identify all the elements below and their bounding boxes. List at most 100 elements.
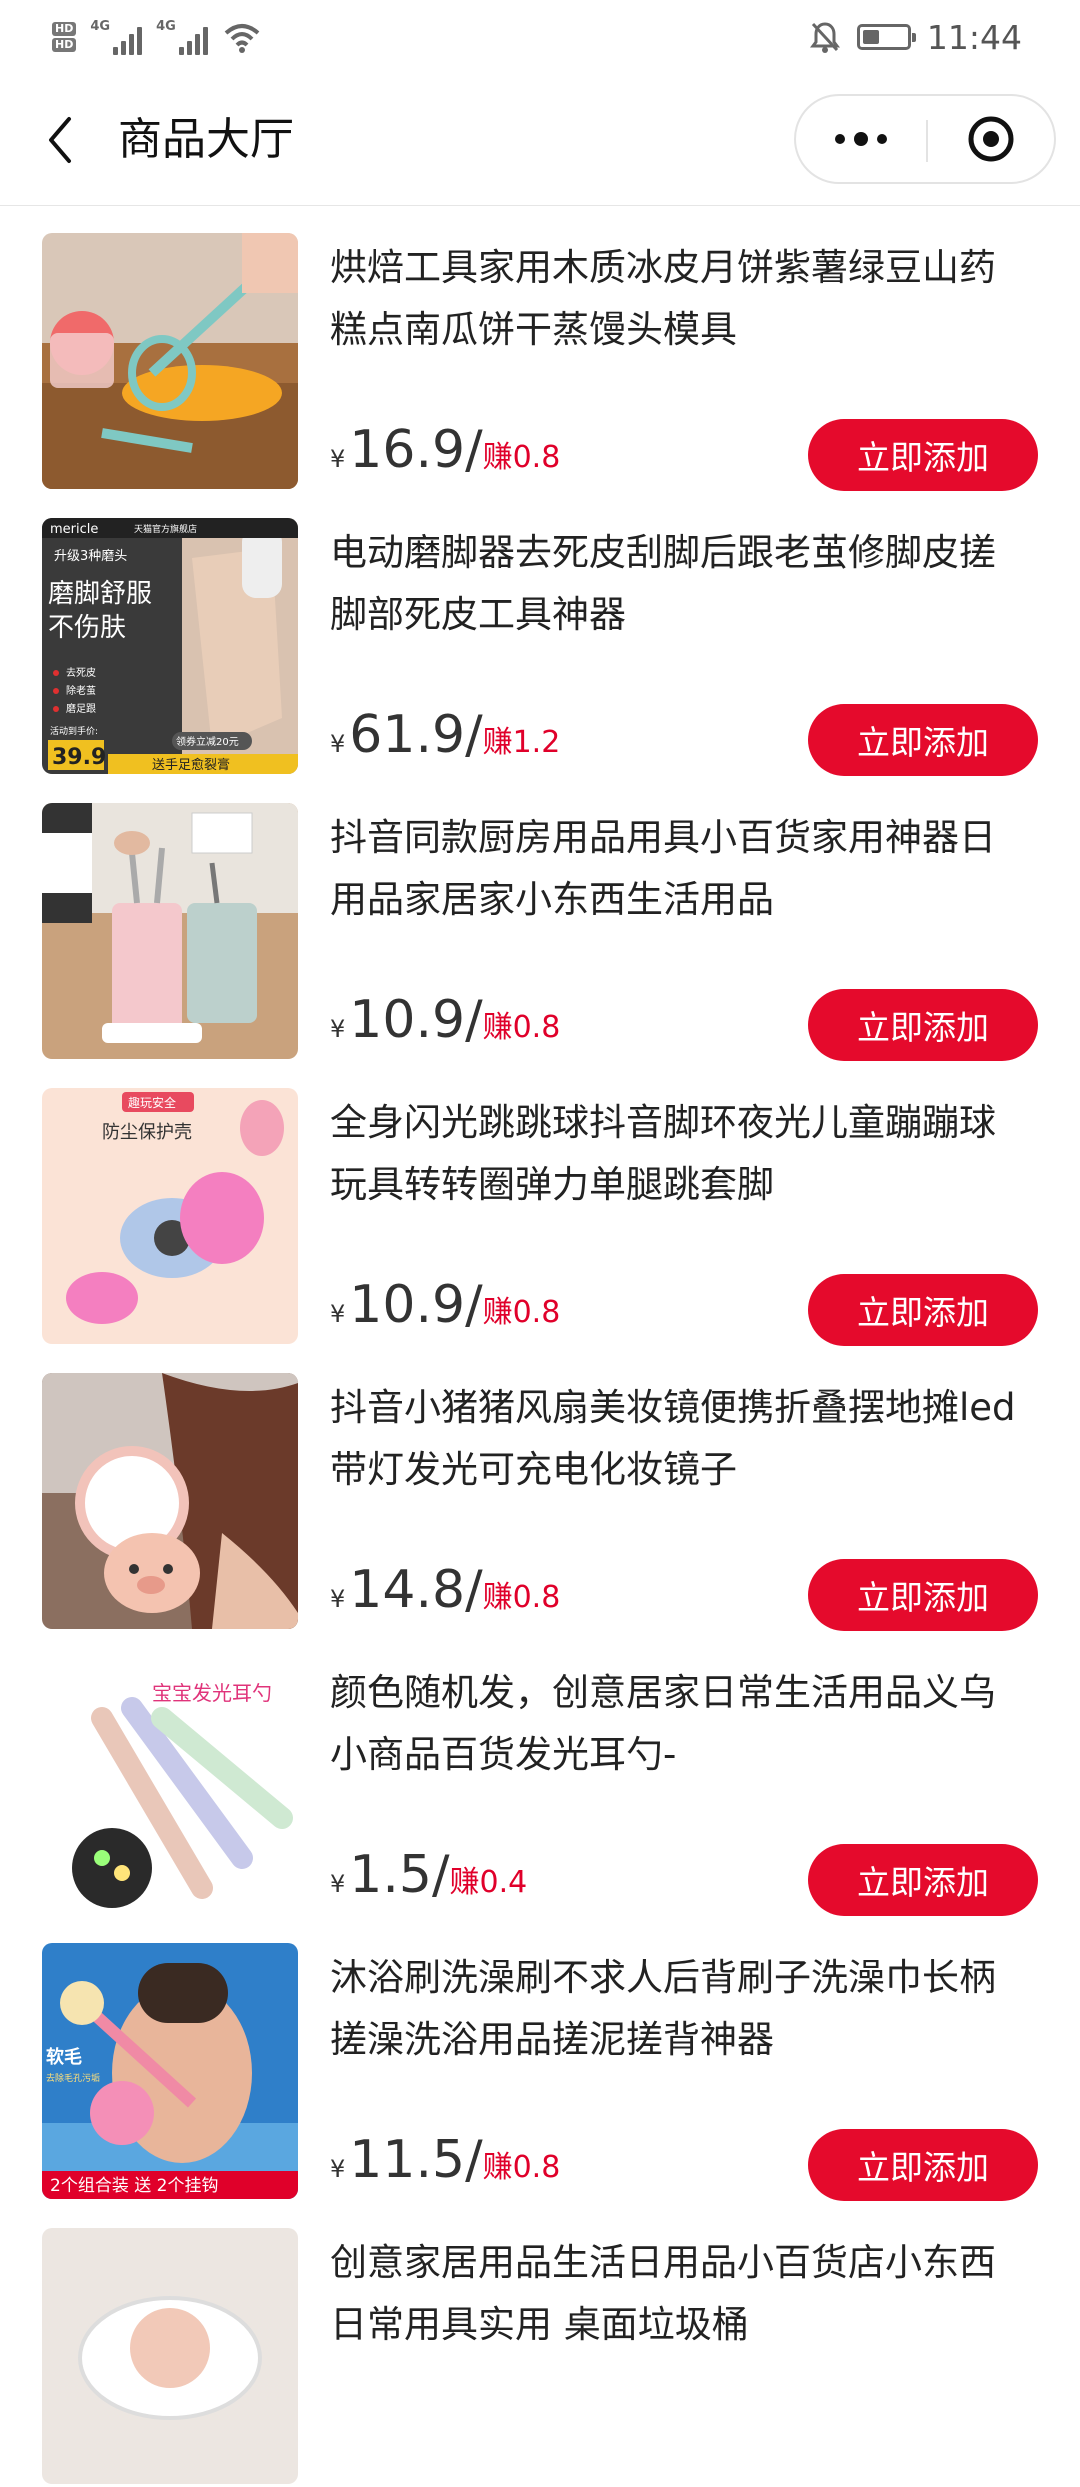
- add-now-button[interactable]: 立即添加: [808, 419, 1038, 491]
- product-image[interactable]: [42, 1373, 298, 1629]
- product-item[interactable]: 抖音同款厨房用品用具小百货家用神器日用品家居家小东西生活用品 ¥ 10.9 / …: [0, 777, 1080, 1062]
- product-image[interactable]: mericle 天猫官方旗舰店 升级3种磨头 磨脚舒服 不伤肤 去死皮 除老茧 …: [42, 518, 298, 774]
- add-now-button[interactable]: 立即添加: [808, 989, 1038, 1061]
- price-row: ¥ 10.9 / 赚0.8: [330, 1275, 560, 1335]
- image-banner: 2个组合装 送 2个挂钩: [50, 2176, 218, 2196]
- product-title[interactable]: 电动磨脚器去死皮刮脚后跟老茧修脚皮搓脚部死皮工具神器: [330, 522, 1030, 646]
- chevron-left-icon: [49, 117, 71, 163]
- product-price: 14.8: [349, 1560, 466, 1620]
- mini-program-capsule: [794, 94, 1056, 184]
- image-headline-2: 不伤肤: [48, 613, 126, 643]
- product-image[interactable]: 趣玩安全 防尘保护壳: [42, 1088, 298, 1344]
- status-bar: HD HD 4G 4G 11:44: [0, 0, 1080, 74]
- currency-symbol: ¥: [330, 1585, 346, 1613]
- price-row: ¥ 10.9 / 赚0.8: [330, 990, 560, 1050]
- product-image[interactable]: 宝宝发光耳勺: [42, 1658, 298, 1914]
- close-mini-program-button[interactable]: [928, 96, 1054, 182]
- image-feature-3: 磨足跟: [66, 703, 96, 715]
- product-price: 1.5: [349, 1845, 432, 1905]
- product-title[interactable]: 沐浴刷洗澡刷不求人后背刷子洗澡巾长柄搓澡洗浴用品搓泥搓背神器: [330, 1947, 1030, 2071]
- network-type-1: 4G: [90, 18, 111, 34]
- price-separator: /: [465, 420, 483, 480]
- image-headline-1: 磨脚舒服: [48, 579, 152, 609]
- product-image[interactable]: [42, 2228, 298, 2484]
- product-price: 10.9: [349, 990, 466, 1050]
- back-button[interactable]: [30, 108, 90, 172]
- product-image[interactable]: [42, 233, 298, 489]
- product-price: 61.9: [349, 705, 466, 765]
- currency-symbol: ¥: [330, 2155, 346, 2183]
- hd-indicators: HD HD: [52, 22, 77, 52]
- currency-symbol: ¥: [330, 730, 346, 758]
- add-now-button[interactable]: 立即添加: [808, 1274, 1038, 1346]
- image-feature-1: 去死皮: [66, 666, 96, 679]
- commission: 赚0.8: [482, 440, 561, 475]
- price-separator: /: [465, 705, 483, 765]
- more-dots-icon: [835, 134, 845, 144]
- product-item[interactable]: mericle 天猫官方旗舰店 升级3种磨头 磨脚舒服 不伤肤 去死皮 除老茧 …: [0, 492, 1080, 777]
- currency-symbol: ¥: [330, 1015, 346, 1043]
- image-gift: 送手足愈裂膏: [152, 757, 230, 773]
- product-item[interactable]: 宝宝发光耳勺 颜色随机发，创意居家日常生活用品义乌小商品百货发光耳勺- ¥ 1.…: [0, 1632, 1080, 1917]
- price-separator: /: [465, 2130, 483, 2190]
- product-title[interactable]: 抖音小猪猪风扇美妆镜便携折叠摆地摊led带灯发光可充电化妆镜子: [330, 1377, 1030, 1501]
- price-row: ¥ 16.9 / 赚0.8: [330, 420, 560, 480]
- image-shop-text: 天猫官方旗舰店: [134, 523, 197, 535]
- product-price: 16.9: [349, 420, 466, 480]
- currency-symbol: ¥: [330, 445, 346, 473]
- add-now-button[interactable]: 立即添加: [808, 2129, 1038, 2201]
- battery-icon: [856, 24, 916, 50]
- currency-symbol: ¥: [330, 1300, 346, 1328]
- wifi-icon: [224, 24, 260, 53]
- product-item[interactable]: 创意家居用品生活日用品小百货店小东西日常用具实用 桌面垃圾桶: [0, 2202, 1080, 2487]
- image-headline: 宝宝发光耳勺: [152, 1681, 272, 1705]
- image-brand-text: mericle: [50, 522, 98, 537]
- commission: 赚0.8: [482, 1295, 561, 1330]
- price-separator: /: [465, 1275, 483, 1335]
- price-row: ¥ 11.5 / 赚0.8: [330, 2130, 560, 2190]
- product-price: 11.5: [349, 2130, 466, 2190]
- page-title: 商品大厅: [118, 114, 294, 165]
- add-now-button[interactable]: 立即添加: [808, 704, 1038, 776]
- product-item[interactable]: 软毛 去除毛孔污垢 2个组合装 送 2个挂钩 沐浴刷洗澡刷不求人后背刷子洗澡巾长…: [0, 1917, 1080, 2202]
- price-row: ¥ 61.9 / 赚1.2: [330, 705, 560, 765]
- product-title[interactable]: 创意家居用品生活日用品小百货店小东西日常用具实用 桌面垃圾桶: [330, 2232, 1030, 2356]
- commission: 赚0.8: [482, 1010, 561, 1045]
- signal-icon: [178, 25, 208, 55]
- commission: 赚0.8: [482, 2150, 561, 2185]
- product-title[interactable]: 颜色随机发，创意居家日常生活用品义乌小商品百货发光耳勺-: [330, 1662, 1030, 1786]
- commission: 赚0.8: [482, 1580, 561, 1615]
- commission: 赚1.2: [482, 725, 561, 760]
- product-title[interactable]: 全身闪光跳跳球抖音脚环夜光儿童蹦蹦球玩具转转圈弹力单腿跳套脚: [330, 1092, 1030, 1216]
- product-item[interactable]: 烘焙工具家用木质冰皮月饼紫薯绿豆山药糕点南瓜饼干蒸馒头模具 ¥ 16.9 / 赚…: [0, 207, 1080, 492]
- status-time: 11:44: [926, 17, 1022, 57]
- image-feature-2: 除老茧: [66, 684, 96, 697]
- target-close-icon: [968, 116, 1014, 162]
- image-coupon: 领券立减20元: [176, 735, 239, 748]
- status-right: 11:44: [809, 12, 1022, 62]
- add-now-button[interactable]: 立即添加: [808, 1844, 1038, 1916]
- product-price: 10.9: [349, 1275, 466, 1335]
- mute-icon: [809, 22, 840, 53]
- price-row: ¥ 1.5 / 赚0.4: [330, 1845, 527, 1905]
- status-left: HD HD 4G 4G: [52, 12, 262, 62]
- product-item[interactable]: 抖音小猪猪风扇美妆镜便携折叠摆地摊led带灯发光可充电化妆镜子 ¥ 14.8 /…: [0, 1347, 1080, 1632]
- price-separator: /: [465, 1560, 483, 1620]
- price-row: ¥ 14.8 / 赚0.8: [330, 1560, 560, 1620]
- product-title[interactable]: 抖音同款厨房用品用具小百货家用神器日用品家居家小东西生活用品: [330, 807, 1030, 931]
- signal-group-2: 4G: [156, 20, 208, 55]
- more-button[interactable]: [796, 96, 926, 182]
- product-title[interactable]: 烘焙工具家用木质冰皮月饼紫薯绿豆山药糕点南瓜饼干蒸馒头模具: [330, 237, 1030, 361]
- product-item[interactable]: 趣玩安全 防尘保护壳 全身闪光跳跳球抖音脚环夜光儿童蹦蹦球玩具转转圈弹力单腿跳套…: [0, 1062, 1080, 1347]
- signal-icon: [113, 25, 143, 55]
- image-tag-text: 软毛: [46, 2046, 82, 2068]
- image-sub-text: 去除毛孔污垢: [46, 2072, 100, 2084]
- product-image[interactable]: [42, 803, 298, 1059]
- hd-badge-2: HD: [52, 38, 77, 52]
- add-now-button[interactable]: 立即添加: [808, 1559, 1038, 1631]
- image-price: 39.9: [52, 745, 106, 770]
- currency-symbol: ¥: [330, 1870, 346, 1898]
- image-tag-text: 升级3种磨头: [54, 549, 127, 564]
- image-headline: 防尘保护壳: [102, 1122, 192, 1143]
- product-image[interactable]: 软毛 去除毛孔污垢 2个组合装 送 2个挂钩: [42, 1943, 298, 2199]
